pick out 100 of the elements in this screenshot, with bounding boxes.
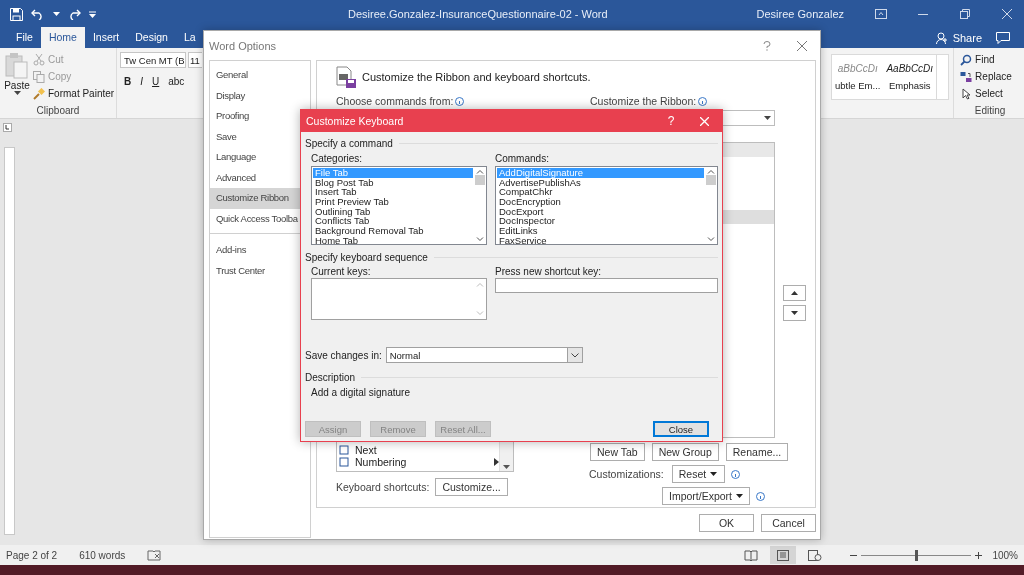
- format-button[interactable]: U: [152, 76, 160, 87]
- editing-command[interactable]: Select: [960, 86, 1020, 101]
- scrollbar[interactable]: [474, 167, 486, 244]
- list-item[interactable]: Insert Tab: [313, 187, 473, 198]
- style-swatch[interactable]: AaBbCcDı Emphasis: [883, 55, 937, 99]
- minimize-icon: [918, 13, 928, 15]
- format-button[interactable]: I: [140, 76, 143, 87]
- close-icon: [1002, 9, 1012, 19]
- categories-list[interactable]: File Tab Blog Post Tab Insert Tab Print Preview Tab Outlining Tab Conflicts Tab Background Removal Tab Home Tab: [311, 166, 487, 245]
- ok-button[interactable]: OK: [699, 514, 754, 532]
- field-label: Customize the Ribbon:: [590, 94, 697, 108]
- user-name: Desiree Gonzalez: [756, 8, 844, 20]
- customize-toolbar-icon: [89, 10, 96, 18]
- move-down-button[interactable]: [783, 305, 806, 321]
- group-label: Clipboard: [35, 104, 81, 118]
- caret-icon: [53, 12, 60, 16]
- description-text: Add a digital signature: [310, 386, 411, 400]
- keyboard-printer-icon: [336, 66, 357, 88]
- tab-action-button[interactable]: Rename...: [725, 443, 789, 461]
- tab-stop-icon: [3, 123, 12, 132]
- list-item[interactable]: Background Removal Tab: [313, 226, 473, 236]
- tab-action-button[interactable]: New Tab: [590, 443, 645, 461]
- scroll-up-icon: [707, 169, 715, 174]
- word-count: 610 words: [79, 549, 126, 561]
- info-icon: [698, 96, 708, 106]
- format-button[interactable]: B: [124, 76, 132, 87]
- zoom-level[interactable]: 100%: [992, 549, 1018, 561]
- section-heading: Specify a command: [305, 137, 393, 149]
- customize-button[interactable]: Customize...: [435, 478, 508, 496]
- window-title: Desiree.Gonzalez-InsuranceQuestionnaire-02 - Word: [348, 8, 608, 20]
- list-item[interactable]: DocInspector: [497, 216, 704, 227]
- scissors-icon: [33, 53, 45, 66]
- list-item[interactable]: Outlining Tab: [313, 206, 473, 217]
- view-button[interactable]: [770, 546, 797, 564]
- help-button[interactable]: ?: [656, 114, 686, 128]
- globe-page-icon: [808, 549, 823, 561]
- reset-button[interactable]: Reset: [671, 465, 725, 483]
- command-icon: [339, 457, 350, 467]
- caret-icon: [710, 472, 718, 476]
- nav-item[interactable]: General: [210, 65, 310, 86]
- field-label: Customizations:: [589, 467, 664, 481]
- font-name-field[interactable]: Tw Cen MT (B: [120, 52, 186, 68]
- scroll-down-icon: [503, 465, 510, 469]
- scrollbar-thumb[interactable]: [706, 175, 716, 185]
- field-label: Categories:: [311, 152, 364, 165]
- import-export-button[interactable]: Import/Export: [662, 487, 751, 505]
- nav-item[interactable]: Display: [210, 85, 310, 106]
- paste-button[interactable]: Paste: [4, 52, 30, 104]
- info-icon: [756, 491, 766, 501]
- list-item[interactable]: FaxService: [497, 235, 704, 244]
- list-item[interactable]: AdvertisePublishAs: [497, 177, 704, 188]
- field-label: Press new shortcut key:: [495, 265, 603, 278]
- ribbon-tab[interactable]: La: [175, 27, 196, 48]
- list-item[interactable]: CompatChkr: [497, 187, 704, 198]
- field-label: Current keys:: [311, 265, 372, 278]
- list-item[interactable]: EditLinks: [497, 226, 704, 236]
- clipboard-command[interactable]: Format Painter: [33, 86, 115, 101]
- zoom-in-icon: [975, 551, 983, 559]
- chevron-down-icon: [570, 352, 579, 358]
- scrollbar-thumb[interactable]: [475, 175, 485, 185]
- ribbon-tab[interactable]: File: [8, 27, 41, 48]
- save-icon: [10, 7, 23, 21]
- field-label: Choose commands from:: [336, 94, 454, 108]
- dialog-title: Customize Keyboard: [306, 115, 404, 127]
- list-item[interactable]: Home Tab: [313, 235, 473, 244]
- shortcut-key-field[interactable]: [495, 278, 718, 293]
- style-swatch[interactable]: aBbCcDı ubtle Em...: [832, 55, 884, 99]
- dialog-button[interactable]: Close: [653, 421, 709, 437]
- list-item[interactable]: Next: [337, 444, 499, 456]
- ribbon-tab[interactable]: Home: [40, 27, 85, 48]
- list-item[interactable]: Numbering: [337, 456, 499, 468]
- scroll-down-icon: [476, 311, 484, 316]
- caret-icon: [13, 91, 21, 95]
- editing-command[interactable]: Replace: [960, 69, 1020, 84]
- list-item[interactable]: Print Preview Tab: [313, 197, 473, 207]
- redo-icon: [68, 8, 81, 20]
- tab-action-button[interactable]: New Group: [651, 443, 719, 461]
- section-heading: Customize the Ribbon and keyboard shortcuts.: [362, 71, 591, 83]
- format-button[interactable]: abc: [168, 76, 185, 87]
- book-icon: [744, 549, 759, 561]
- dialog-title: Word Options: [209, 39, 277, 52]
- list-item[interactable]: Blog Post Tab: [313, 177, 473, 188]
- list-item[interactable]: DocExport: [497, 206, 704, 217]
- current-keys-list[interactable]: [311, 278, 487, 320]
- section-heading: Description: [305, 371, 356, 383]
- cancel-button[interactable]: Cancel: [761, 514, 816, 532]
- ribbon-tab[interactable]: Insert: [84, 27, 128, 48]
- ribbon-tab[interactable]: Design: [127, 27, 176, 48]
- close-icon: [797, 40, 807, 51]
- save-in-dropdown[interactable]: Normal: [385, 347, 583, 363]
- scrollbar[interactable]: [705, 167, 717, 244]
- list-item[interactable]: Conflicts Tab: [313, 216, 473, 227]
- move-up-button[interactable]: [783, 285, 806, 301]
- share-button[interactable]: Share: [935, 28, 982, 48]
- commands-list[interactable]: AddDigitalSignature AdvertisePublishAs CompatChkr DocEncryption DocExport DocInspector EditLinks FaxService: [495, 166, 718, 245]
- font-size-field[interactable]: 11: [188, 52, 202, 68]
- editing-command[interactable]: Find: [960, 52, 1020, 67]
- zoom-slider-thumb[interactable]: [914, 549, 918, 561]
- list-item[interactable]: DocEncryption: [497, 197, 704, 207]
- caret-icon: [736, 494, 744, 498]
